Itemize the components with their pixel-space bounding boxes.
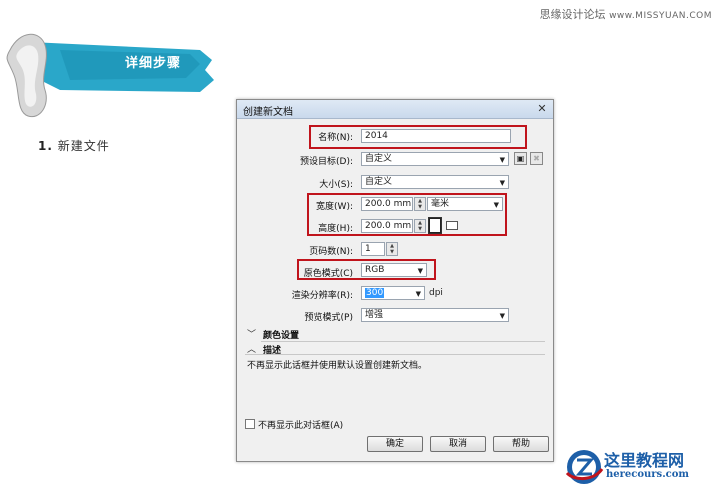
height-spinner[interactable]: ▲ ▼	[414, 219, 426, 233]
brand-emblem-icon	[565, 450, 604, 484]
site-watermark: 思缘设计论坛 www.MISSYUAN.COM	[540, 6, 712, 22]
watermark-cn: 思缘设计论坛	[539, 8, 606, 21]
description-text: 不再显示此话框并使用默认设置创建新文档。	[247, 361, 428, 371]
description-divider	[245, 354, 545, 355]
close-icon[interactable]: ✕	[535, 102, 549, 115]
watermark-en: www.MISSYUAN.COM	[609, 11, 712, 21]
unit-select[interactable]: 毫米	[427, 197, 503, 211]
color-mode-label: 原色模式(C)	[303, 269, 353, 279]
name-input[interactable]: 2014	[361, 129, 511, 143]
cancel-button[interactable]: 取消	[430, 436, 486, 452]
resolution-value: 300	[365, 288, 385, 298]
height-input[interactable]: 200.0 mm	[361, 219, 413, 233]
new-document-dialog: 创建新文档 ✕ 名称(N): 2014 预设目标(D): 自定义 ▣ ✖ 大小(…	[236, 99, 554, 462]
pages-spinner[interactable]: ▲ ▼	[386, 242, 398, 256]
torn-paper-banner	[6, 33, 214, 118]
dialog-title: 创建新文档	[243, 107, 293, 118]
pages-label: 页码数(N):	[309, 247, 353, 257]
ok-button[interactable]: 确定	[367, 436, 423, 452]
expand-chevron-icon[interactable]: ﹀	[247, 327, 256, 340]
brand-name-cn: 这里教程网	[604, 451, 685, 470]
size-label: 大小(S):	[319, 180, 353, 190]
dont-show-label: 不再显示此对话框(A)	[258, 421, 344, 431]
height-label: 高度(H):	[318, 224, 353, 234]
resolution-label: 渲染分辨率(R):	[291, 291, 353, 301]
step-text: 新建文件	[57, 139, 110, 153]
resolution-select[interactable]: 300	[361, 286, 425, 300]
banner-title: 详细步骤	[125, 56, 182, 71]
color-mode-select[interactable]: RGB	[361, 263, 427, 277]
dont-show-checkbox[interactable]	[245, 419, 255, 429]
landscape-orientation-icon[interactable]	[446, 221, 458, 230]
brand-name-en: herecours.com	[606, 469, 690, 480]
delete-preset-icon[interactable]: ✖	[530, 152, 543, 165]
preview-select[interactable]: 增强	[361, 308, 509, 322]
preview-label: 预览模式(P)	[304, 313, 353, 323]
dialog-titlebar: 创建新文档 ✕	[237, 100, 553, 119]
section-divider	[261, 341, 545, 342]
save-preset-icon[interactable]: ▣	[514, 152, 527, 165]
size-select[interactable]: 自定义	[361, 175, 509, 189]
width-input[interactable]: 200.0 mm	[361, 197, 413, 211]
width-label: 宽度(W):	[316, 202, 353, 212]
color-settings-header[interactable]: 颜色设置	[263, 328, 299, 341]
step-label: 1. 新建文件	[38, 137, 110, 154]
preset-select[interactable]: 自定义	[361, 152, 509, 166]
preset-label: 预设目标(D):	[300, 157, 353, 167]
step-number: 1.	[38, 139, 53, 153]
resolution-unit: dpi	[429, 288, 443, 298]
pages-input[interactable]: 1	[361, 242, 385, 256]
name-label: 名称(N):	[318, 133, 353, 143]
width-spinner[interactable]: ▲ ▼	[414, 197, 426, 211]
portrait-orientation-icon[interactable]	[428, 217, 442, 234]
brand-logo: 这里教程网 herecours.com	[564, 447, 714, 487]
help-button[interactable]: 帮助	[493, 436, 549, 452]
